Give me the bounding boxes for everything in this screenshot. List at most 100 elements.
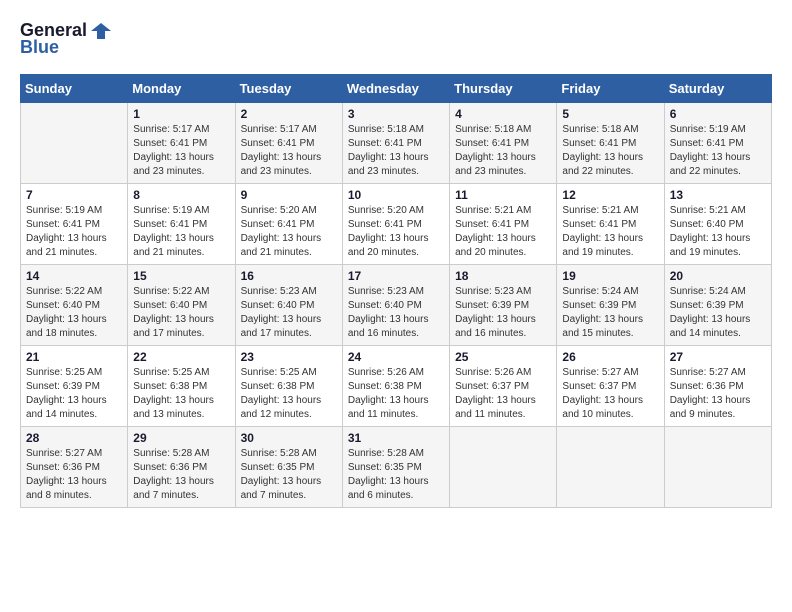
calendar-day-cell: 15 Sunrise: 5:22 AM Sunset: 6:40 PM Dayli… [128, 265, 235, 346]
logo-bird-icon [91, 21, 111, 41]
day-info: Sunrise: 5:27 AM Sunset: 6:37 PM Dayligh… [562, 366, 658, 422]
day-info: Sunrise: 5:19 AM Sunset: 6:41 PM Dayligh… [133, 204, 229, 260]
calendar-day-cell: 30 Sunrise: 5:28 AM Sunset: 6:35 PM Dayli… [235, 427, 342, 508]
day-number: 30 [241, 431, 337, 445]
day-info: Sunrise: 5:25 AM Sunset: 6:38 PM Dayligh… [133, 366, 229, 422]
page-header: General Blue [20, 20, 772, 58]
day-info: Sunrise: 5:21 AM Sunset: 6:40 PM Dayligh… [670, 204, 766, 260]
calendar-day-cell: 12 Sunrise: 5:21 AM Sunset: 6:41 PM Dayli… [557, 184, 664, 265]
day-info: Sunrise: 5:27 AM Sunset: 6:36 PM Dayligh… [670, 366, 766, 422]
calendar-week-row: 7 Sunrise: 5:19 AM Sunset: 6:41 PM Daylig… [21, 184, 772, 265]
day-number: 26 [562, 350, 658, 364]
day-info: Sunrise: 5:28 AM Sunset: 6:35 PM Dayligh… [241, 447, 337, 503]
day-number: 5 [562, 107, 658, 121]
day-info: Sunrise: 5:23 AM Sunset: 6:40 PM Dayligh… [241, 285, 337, 341]
day-info: Sunrise: 5:18 AM Sunset: 6:41 PM Dayligh… [455, 123, 551, 179]
weekday-header-cell: Tuesday [235, 75, 342, 103]
day-info: Sunrise: 5:17 AM Sunset: 6:41 PM Dayligh… [241, 123, 337, 179]
day-number: 24 [348, 350, 444, 364]
day-number: 12 [562, 188, 658, 202]
calendar-day-cell: 21 Sunrise: 5:25 AM Sunset: 6:39 PM Dayli… [21, 346, 128, 427]
calendar-day-cell: 29 Sunrise: 5:28 AM Sunset: 6:36 PM Dayli… [128, 427, 235, 508]
day-info: Sunrise: 5:22 AM Sunset: 6:40 PM Dayligh… [26, 285, 122, 341]
weekday-header-cell: Monday [128, 75, 235, 103]
day-info: Sunrise: 5:26 AM Sunset: 6:37 PM Dayligh… [455, 366, 551, 422]
day-number: 11 [455, 188, 551, 202]
day-info: Sunrise: 5:20 AM Sunset: 6:41 PM Dayligh… [241, 204, 337, 260]
day-info: Sunrise: 5:22 AM Sunset: 6:40 PM Dayligh… [133, 285, 229, 341]
day-info: Sunrise: 5:25 AM Sunset: 6:38 PM Dayligh… [241, 366, 337, 422]
calendar-day-cell: 24 Sunrise: 5:26 AM Sunset: 6:38 PM Dayli… [342, 346, 449, 427]
calendar-week-row: 14Sunrise: 5:22 AM Sunset: 6:40 PM Dayli… [21, 265, 772, 346]
day-number: 20 [670, 269, 766, 283]
day-info: Sunrise: 5:18 AM Sunset: 6:41 PM Dayligh… [348, 123, 444, 179]
day-info: Sunrise: 5:20 AM Sunset: 6:41 PM Dayligh… [348, 204, 444, 260]
calendar-day-cell: 14Sunrise: 5:22 AM Sunset: 6:40 PM Dayli… [21, 265, 128, 346]
calendar-day-cell: 1Sunrise: 5:17 AM Sunset: 6:41 PM Daylig… [128, 103, 235, 184]
day-number: 25 [455, 350, 551, 364]
calendar-day-cell: 20Sunrise: 5:24 AM Sunset: 6:39 PM Dayli… [664, 265, 771, 346]
day-number: 9 [241, 188, 337, 202]
day-info: Sunrise: 5:21 AM Sunset: 6:41 PM Dayligh… [562, 204, 658, 260]
calendar-day-cell: 31Sunrise: 5:28 AM Sunset: 6:35 PM Dayli… [342, 427, 449, 508]
day-info: Sunrise: 5:24 AM Sunset: 6:39 PM Dayligh… [562, 285, 658, 341]
day-number: 2 [241, 107, 337, 121]
day-number: 17 [348, 269, 444, 283]
calendar-day-cell: 7 Sunrise: 5:19 AM Sunset: 6:41 PM Daylig… [21, 184, 128, 265]
day-number: 13 [670, 188, 766, 202]
day-number: 23 [241, 350, 337, 364]
calendar-day-cell: 17Sunrise: 5:23 AM Sunset: 6:40 PM Dayli… [342, 265, 449, 346]
day-number: 16 [241, 269, 337, 283]
day-info: Sunrise: 5:25 AM Sunset: 6:39 PM Dayligh… [26, 366, 122, 422]
weekday-header-cell: Saturday [664, 75, 771, 103]
day-info: Sunrise: 5:21 AM Sunset: 6:41 PM Dayligh… [455, 204, 551, 260]
calendar-day-cell: 4 Sunrise: 5:18 AM Sunset: 6:41 PM Daylig… [450, 103, 557, 184]
calendar-day-cell: 26 Sunrise: 5:27 AM Sunset: 6:37 PM Dayli… [557, 346, 664, 427]
calendar-day-cell: 2 Sunrise: 5:17 AM Sunset: 6:41 PM Daylig… [235, 103, 342, 184]
day-number: 7 [26, 188, 122, 202]
day-number: 4 [455, 107, 551, 121]
day-info: Sunrise: 5:26 AM Sunset: 6:38 PM Dayligh… [348, 366, 444, 422]
calendar-day-cell: 22 Sunrise: 5:25 AM Sunset: 6:38 PM Dayli… [128, 346, 235, 427]
day-info: Sunrise: 5:23 AM Sunset: 6:39 PM Dayligh… [455, 285, 551, 341]
day-number: 3 [348, 107, 444, 121]
calendar-day-cell: 16 Sunrise: 5:23 AM Sunset: 6:40 PM Dayli… [235, 265, 342, 346]
day-number: 21 [26, 350, 122, 364]
day-number: 8 [133, 188, 229, 202]
calendar-day-cell [557, 427, 664, 508]
day-info: Sunrise: 5:19 AM Sunset: 6:41 PM Dayligh… [670, 123, 766, 179]
day-number: 22 [133, 350, 229, 364]
logo-text-block: General Blue [20, 20, 111, 58]
calendar-week-row: 28 Sunrise: 5:27 AM Sunset: 6:36 PM Dayli… [21, 427, 772, 508]
weekday-header-cell: Friday [557, 75, 664, 103]
calendar-week-row: 21 Sunrise: 5:25 AM Sunset: 6:39 PM Dayli… [21, 346, 772, 427]
logo: General Blue [20, 20, 111, 58]
calendar-day-cell: 8 Sunrise: 5:19 AM Sunset: 6:41 PM Daylig… [128, 184, 235, 265]
calendar-day-cell: 19 Sunrise: 5:24 AM Sunset: 6:39 PM Dayli… [557, 265, 664, 346]
calendar-day-cell: 18Sunrise: 5:23 AM Sunset: 6:39 PM Dayli… [450, 265, 557, 346]
day-number: 19 [562, 269, 658, 283]
calendar-day-cell: 9 Sunrise: 5:20 AM Sunset: 6:41 PM Daylig… [235, 184, 342, 265]
weekday-header-row: SundayMondayTuesdayWednesdayThursdayFrid… [21, 75, 772, 103]
weekday-header-cell: Thursday [450, 75, 557, 103]
day-number: 6 [670, 107, 766, 121]
day-number: 29 [133, 431, 229, 445]
weekday-header-cell: Sunday [21, 75, 128, 103]
day-number: 10 [348, 188, 444, 202]
day-number: 28 [26, 431, 122, 445]
calendar-day-cell [450, 427, 557, 508]
day-info: Sunrise: 5:19 AM Sunset: 6:41 PM Dayligh… [26, 204, 122, 260]
calendar-day-cell: 23 Sunrise: 5:25 AM Sunset: 6:38 PM Dayli… [235, 346, 342, 427]
calendar-body: 1 Sunrise: 5:17 AM Sunset: 6:41 PM Daylig… [21, 103, 772, 508]
calendar-day-cell [21, 103, 128, 184]
day-number: 1 [133, 107, 229, 121]
day-number: 15 [133, 269, 229, 283]
day-number: 27 [670, 350, 766, 364]
calendar-day-cell: 5 Sunrise: 5:18 AM Sunset: 6:41 PM Daylig… [557, 103, 664, 184]
day-info: Sunrise: 5:18 AM Sunset: 6:41 PM Dayligh… [562, 123, 658, 179]
day-info: Sunrise: 5:27 AM Sunset: 6:36 PM Dayligh… [26, 447, 122, 503]
day-info: Sunrise: 5:28 AM Sunset: 6:35 PM Dayligh… [348, 447, 444, 503]
day-info: Sunrise: 5:28 AM Sunset: 6:36 PM Dayligh… [133, 447, 229, 503]
calendar-day-cell: 25 Sunrise: 5:26 AM Sunset: 6:37 PM Dayli… [450, 346, 557, 427]
calendar-day-cell: 27 Sunrise: 5:27 AM Sunset: 6:36 PM Dayli… [664, 346, 771, 427]
